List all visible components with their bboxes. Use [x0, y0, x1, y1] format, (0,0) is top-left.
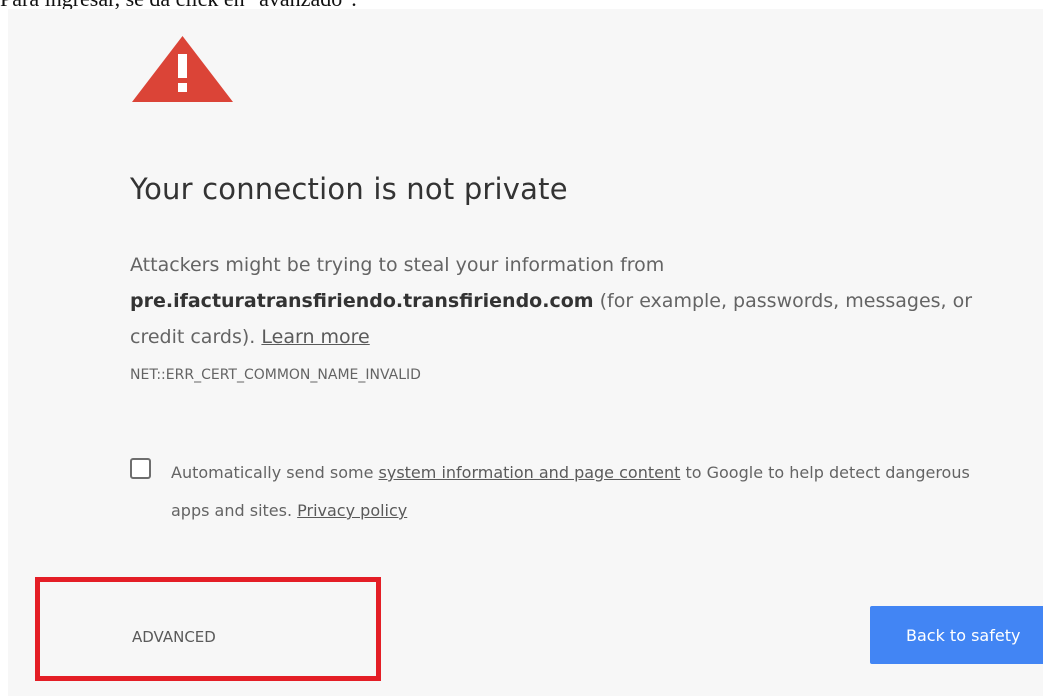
- learn-more-link[interactable]: Learn more: [261, 326, 369, 348]
- ssl-interstitial-page: Your connection is not private Attackers…: [8, 9, 1043, 696]
- site-hostname: pre.ifacturatransfiriendo.transfiriendo.…: [130, 290, 594, 312]
- system-information-link[interactable]: system information and page content: [379, 463, 681, 482]
- advanced-button[interactable]: ADVANCED: [120, 617, 228, 657]
- warning-triangle-icon: [132, 36, 233, 102]
- extended-reporting-checkbox[interactable]: [130, 458, 151, 479]
- warning-message: Attackers might be trying to steal your …: [130, 247, 1020, 355]
- privacy-policy-link[interactable]: Privacy policy: [297, 501, 407, 520]
- back-to-safety-button[interactable]: Back to safety: [870, 606, 1043, 664]
- extended-reporting-label: Automatically send some system informati…: [171, 454, 1011, 530]
- page-title: Your connection is not private: [130, 172, 568, 206]
- warning-message-prefix: Attackers might be trying to steal your …: [130, 254, 665, 276]
- checkbox-text-before: Automatically send some: [171, 463, 374, 482]
- error-code: NET::ERR_CERT_COMMON_NAME_INVALID: [130, 367, 421, 383]
